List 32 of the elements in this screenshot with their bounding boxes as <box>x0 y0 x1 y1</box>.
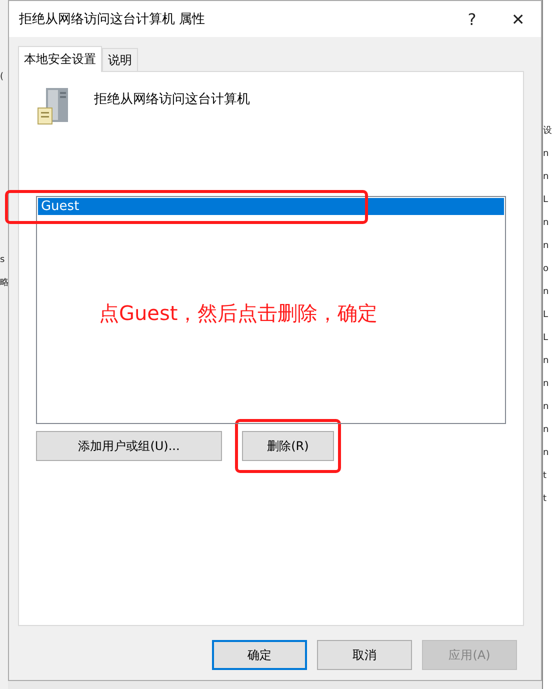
annotation-text: 点Guest，然后点击删除，确定 <box>98 300 378 327</box>
background-text: t <box>543 470 548 483</box>
dialog-button[interactable]: 确定 <box>212 640 308 670</box>
background-text: s <box>0 254 6 267</box>
background-text: n <box>543 355 550 368</box>
background-text: L <box>543 332 550 345</box>
background-text: n <box>543 378 550 391</box>
background-text: n <box>543 217 550 230</box>
remove-button[interactable]: 删除(R) <box>242 431 334 461</box>
background-text: L <box>543 194 550 207</box>
background-text: ( <box>0 71 5 84</box>
tab[interactable]: 本地安全设置 <box>18 46 102 72</box>
background-text: 设 <box>543 124 553 138</box>
background-text: n <box>543 240 550 253</box>
background-text: n <box>543 148 550 161</box>
background-text: o <box>543 263 550 276</box>
background-text: n <box>543 286 550 299</box>
add-user-button[interactable]: 添加用户或组(U)... <box>36 431 222 461</box>
background-text: n <box>543 424 550 437</box>
list-item[interactable]: Guest <box>38 198 504 215</box>
server-computer-icon <box>36 86 70 126</box>
dialog-button[interactable]: 取消 <box>317 640 412 670</box>
close-button[interactable]: ✕ <box>495 1 542 37</box>
window-title: 拒绝从网络访问这台计算机 属性 <box>18 11 206 28</box>
background-text: n <box>543 171 550 184</box>
background-text: t <box>543 493 548 506</box>
background-text: n <box>543 401 550 414</box>
policy-name: 拒绝从网络访问这台计算机 <box>94 91 250 108</box>
help-button[interactable]: ? <box>449 1 496 37</box>
background-text: L <box>543 309 550 322</box>
tab[interactable]: 说明 <box>102 48 138 71</box>
background-text: n <box>543 447 550 460</box>
